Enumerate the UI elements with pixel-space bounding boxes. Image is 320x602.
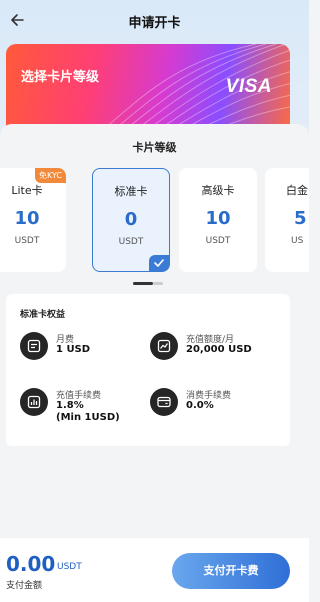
carousel-pager <box>133 282 163 286</box>
tier-card-premium[interactable]: 高级卡 10 USDT <box>179 168 257 272</box>
chart-icon <box>150 332 178 360</box>
benefits-panel: 标准卡权益 月费 1 USD 充值额度/月 20,000 USD 充值手续费 1… <box>6 294 290 446</box>
tier-unit: USDT <box>14 236 40 246</box>
wallet-card-icon <box>150 388 178 416</box>
benefit-spend-fee: 消费手续费 0.0% <box>150 388 280 432</box>
tier-sheet: 卡片等级 免KYC Lite卡 10 USDT 标准卡 0 USDT 高级卡 1… <box>0 124 309 554</box>
no-kyc-badge: 免KYC <box>35 168 66 183</box>
tier-unit: USDT <box>118 237 144 247</box>
section-title: 卡片等级 <box>132 141 177 154</box>
pager-active <box>133 282 153 285</box>
benefit-value: 0.0% <box>186 400 214 411</box>
benefit-topup-fee: 充值手续费 1.8% (Min 1USD) <box>20 388 150 432</box>
tier-name: 白金 <box>286 184 308 197</box>
payment-amount: 0.00 <box>6 552 56 576</box>
payment-label: 支付金额 <box>6 581 43 591</box>
tier-carousel[interactable]: 免KYC Lite卡 10 USDT 标准卡 0 USDT 高级卡 10 USD… <box>0 168 309 272</box>
tier-card-lite[interactable]: 免KYC Lite卡 10 USDT <box>0 168 66 272</box>
tier-card-standard[interactable]: 标准卡 0 USDT <box>92 168 170 272</box>
banner-title: 选择卡片等级 <box>21 70 100 85</box>
tier-name: Lite卡 <box>11 184 43 197</box>
payment-unit: USDT <box>57 562 82 572</box>
benefits-title: 标准卡权益 <box>20 310 66 320</box>
benefit-value: 20,000 USD <box>186 344 252 355</box>
pay-card-fee-button[interactable]: 支付开卡费 <box>172 553 290 589</box>
benefit-value: 1 USD <box>56 344 91 355</box>
bar-chart-icon <box>20 388 48 416</box>
benefit-monthly-fee: 月费 1 USD <box>20 332 150 376</box>
pager-inactive <box>153 282 163 285</box>
tier-card-platinum[interactable]: 白金 5 US <box>265 168 309 272</box>
visa-logo: VISA <box>225 76 272 97</box>
tier-price: 10 <box>14 208 40 229</box>
tier-price: 5 <box>294 208 307 229</box>
tier-unit: US <box>291 236 304 246</box>
selected-check-icon <box>149 255 169 271</box>
tier-name: 标准卡 <box>114 185 148 198</box>
tier-unit: USDT <box>205 236 231 246</box>
tier-name: 高级卡 <box>201 184 235 197</box>
tier-price: 10 <box>205 208 231 229</box>
header: 申请开卡 <box>0 0 309 40</box>
card-fee-icon <box>20 332 48 360</box>
benefit-topup-limit: 充值额度/月 20,000 USD <box>150 332 280 376</box>
benefit-value: 1.8% (Min 1USD) <box>56 400 120 423</box>
tier-price: 0 <box>124 209 138 230</box>
payment-bar: 0.00 USDT 支付金额 支付开卡费 <box>0 538 309 602</box>
page-title: 申请开卡 <box>128 16 181 31</box>
